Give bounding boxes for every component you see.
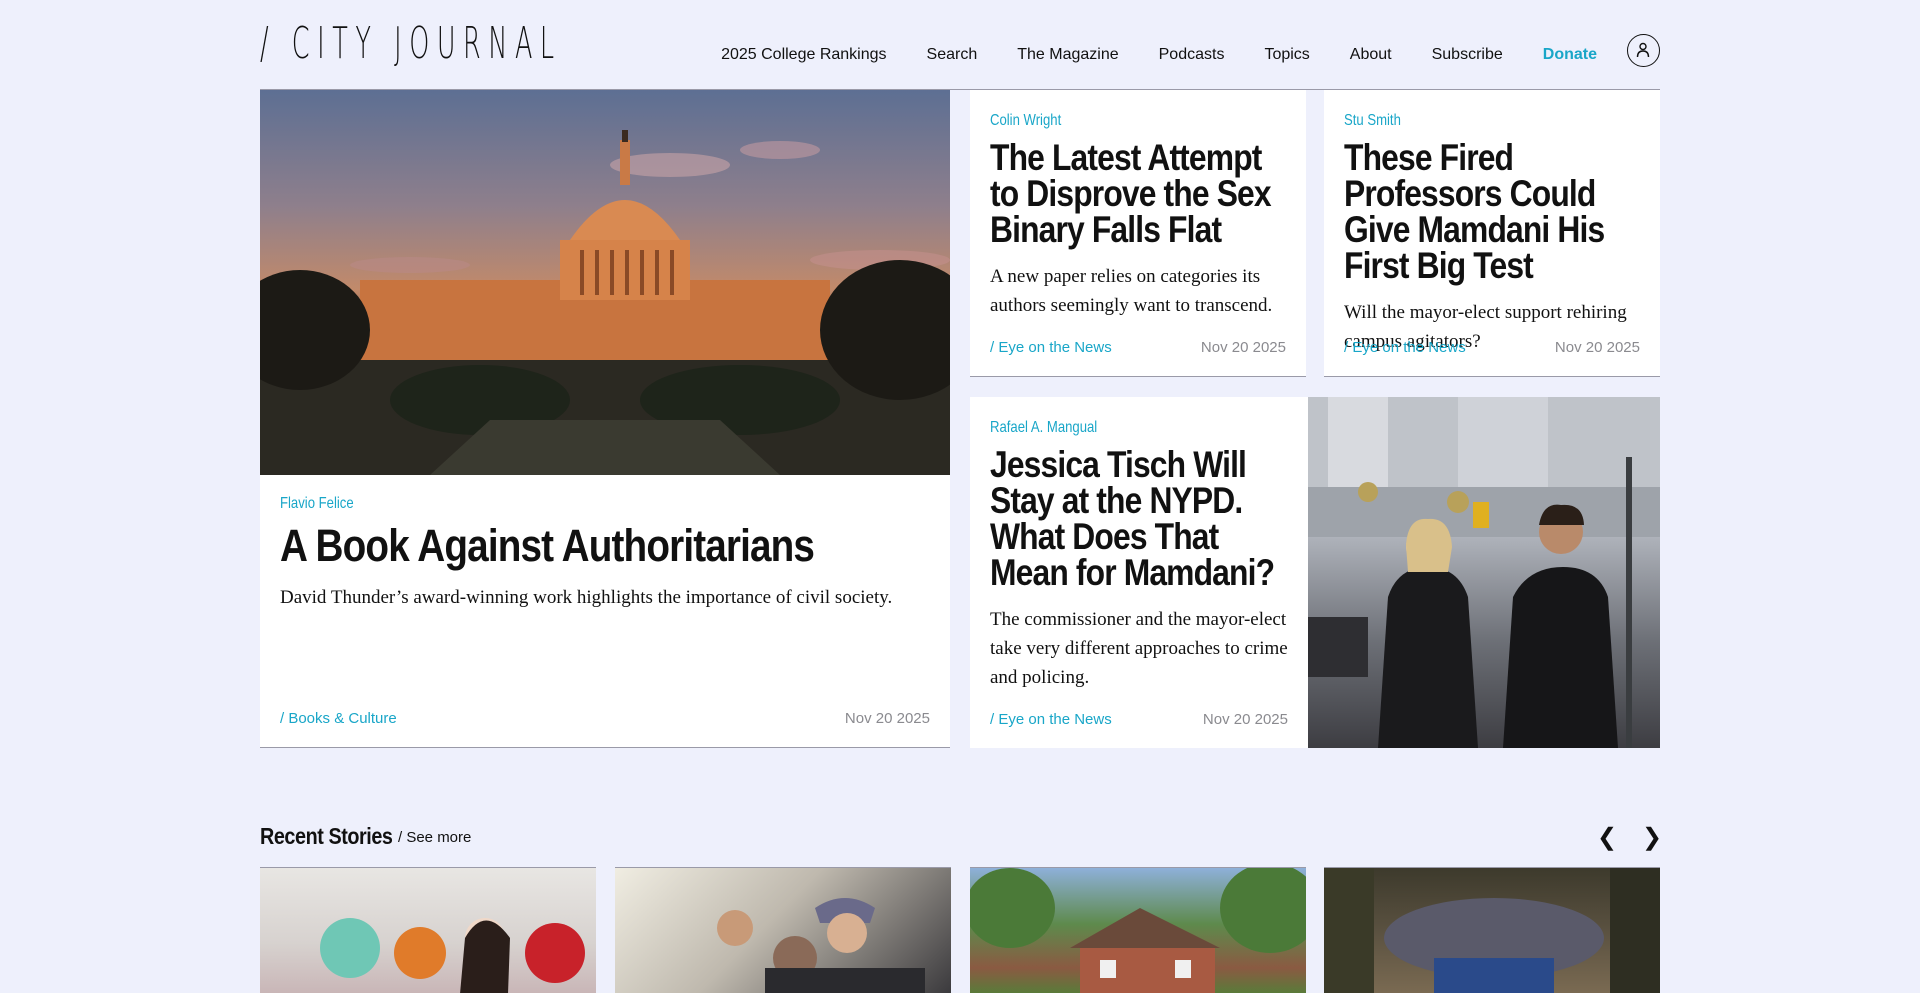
nav-subscribe[interactable]: Subscribe (1432, 46, 1503, 64)
story-section-link[interactable]: / Eye on the News (1344, 339, 1466, 356)
story-card-tisch[interactable]: Rafael A. Mangual Jessica Tisch Will Sta… (970, 397, 1308, 748)
nav-donate[interactable]: Donate (1543, 46, 1597, 64)
nav-the-magazine[interactable]: The Magazine (1017, 46, 1118, 64)
story-date: Nov 20 2025 (1200, 339, 1286, 356)
story-dek: A new paper relies on categories its aut… (990, 266, 1273, 316)
trench-illustration (1324, 868, 1660, 993)
recent-story-thumb[interactable] (260, 867, 596, 993)
site-header: / CITY JOURNAL 2025 College Rankings Sea… (260, 0, 1660, 90)
story-headline[interactable]: Jessica Tisch Will Stay at the NYPD. Wha… (990, 446, 1287, 591)
story-headline[interactable]: The Latest Attempt to Disprove the Sex B… (990, 139, 1285, 248)
street-illustration (1308, 397, 1660, 748)
nav-topics[interactable]: Topics (1264, 46, 1309, 64)
nav-podcasts[interactable]: Podcasts (1159, 46, 1225, 64)
see-more-link[interactable]: / See more (398, 829, 471, 846)
site-logo[interactable]: / CITY JOURNAL (260, 22, 562, 66)
carousel-prev-button[interactable]: ❮ (1597, 823, 1617, 852)
nav-about[interactable]: About (1350, 46, 1392, 64)
story-date: Nov 20 2025 (844, 710, 930, 727)
carousel-next-button[interactable]: ❯ (1642, 823, 1662, 852)
story-section-link[interactable]: / Eye on the News (990, 711, 1112, 728)
story-headline[interactable]: A Book Against Authoritarians (280, 523, 928, 569)
house-illustration (970, 868, 1306, 993)
story-dek: The commissioner and the mayor-elect tak… (990, 609, 1288, 688)
story-headline[interactable]: These Fired Professors Could Give Mamdan… (1344, 139, 1639, 284)
story-card-fired-professors[interactable]: Stu Smith These Fired Professors Could G… (1324, 90, 1660, 377)
account-button[interactable] (1627, 34, 1660, 67)
story-dek: David Thunder’s award-winning work highl… (280, 587, 893, 608)
crowd-illustration (717, 898, 925, 993)
recent-story-thumb[interactable] (1324, 867, 1660, 993)
story-section-link[interactable]: / Books & Culture (280, 710, 397, 727)
story-meta: / Eye on the News Nov 20 2025 (990, 339, 1286, 356)
nav-search[interactable]: Search (927, 46, 978, 64)
user-icon (1636, 42, 1650, 58)
story-author[interactable]: Stu Smith (1344, 112, 1401, 130)
story-author[interactable]: Colin Wright (990, 112, 1061, 130)
recent-story-thumb[interactable] (615, 867, 951, 993)
tisch-story-image[interactable] (1308, 397, 1660, 748)
nav-college-rankings[interactable]: 2025 College Rankings (721, 46, 886, 64)
story-author[interactable]: Flavio Felice (280, 495, 354, 513)
story-section-link[interactable]: / Eye on the News (990, 339, 1112, 356)
story-author[interactable]: Rafael A. Mangual (990, 419, 1097, 437)
story-meta: / Books & Culture Nov 20 2025 (280, 710, 930, 727)
story-card-sex-binary[interactable]: Colin Wright The Latest Attempt to Dispr… (970, 90, 1306, 377)
story-meta: / Eye on the News Nov 20 2025 (1344, 339, 1640, 356)
recent-story-thumb[interactable] (970, 867, 1306, 993)
recent-stories-title: Recent Stories (260, 823, 393, 849)
muppets-illustration (320, 918, 585, 993)
capitol-illustration (260, 130, 950, 475)
main-nav: 2025 College Rankings Search The Magazin… (681, 34, 1660, 67)
story-meta: / Eye on the News Nov 20 2025 (990, 711, 1288, 728)
story-date: Nov 20 2025 (1202, 711, 1288, 728)
story-date: Nov 20 2025 (1554, 339, 1640, 356)
featured-story-card[interactable]: Flavio Felice A Book Against Authoritari… (260, 475, 950, 748)
featured-image[interactable] (260, 90, 950, 475)
